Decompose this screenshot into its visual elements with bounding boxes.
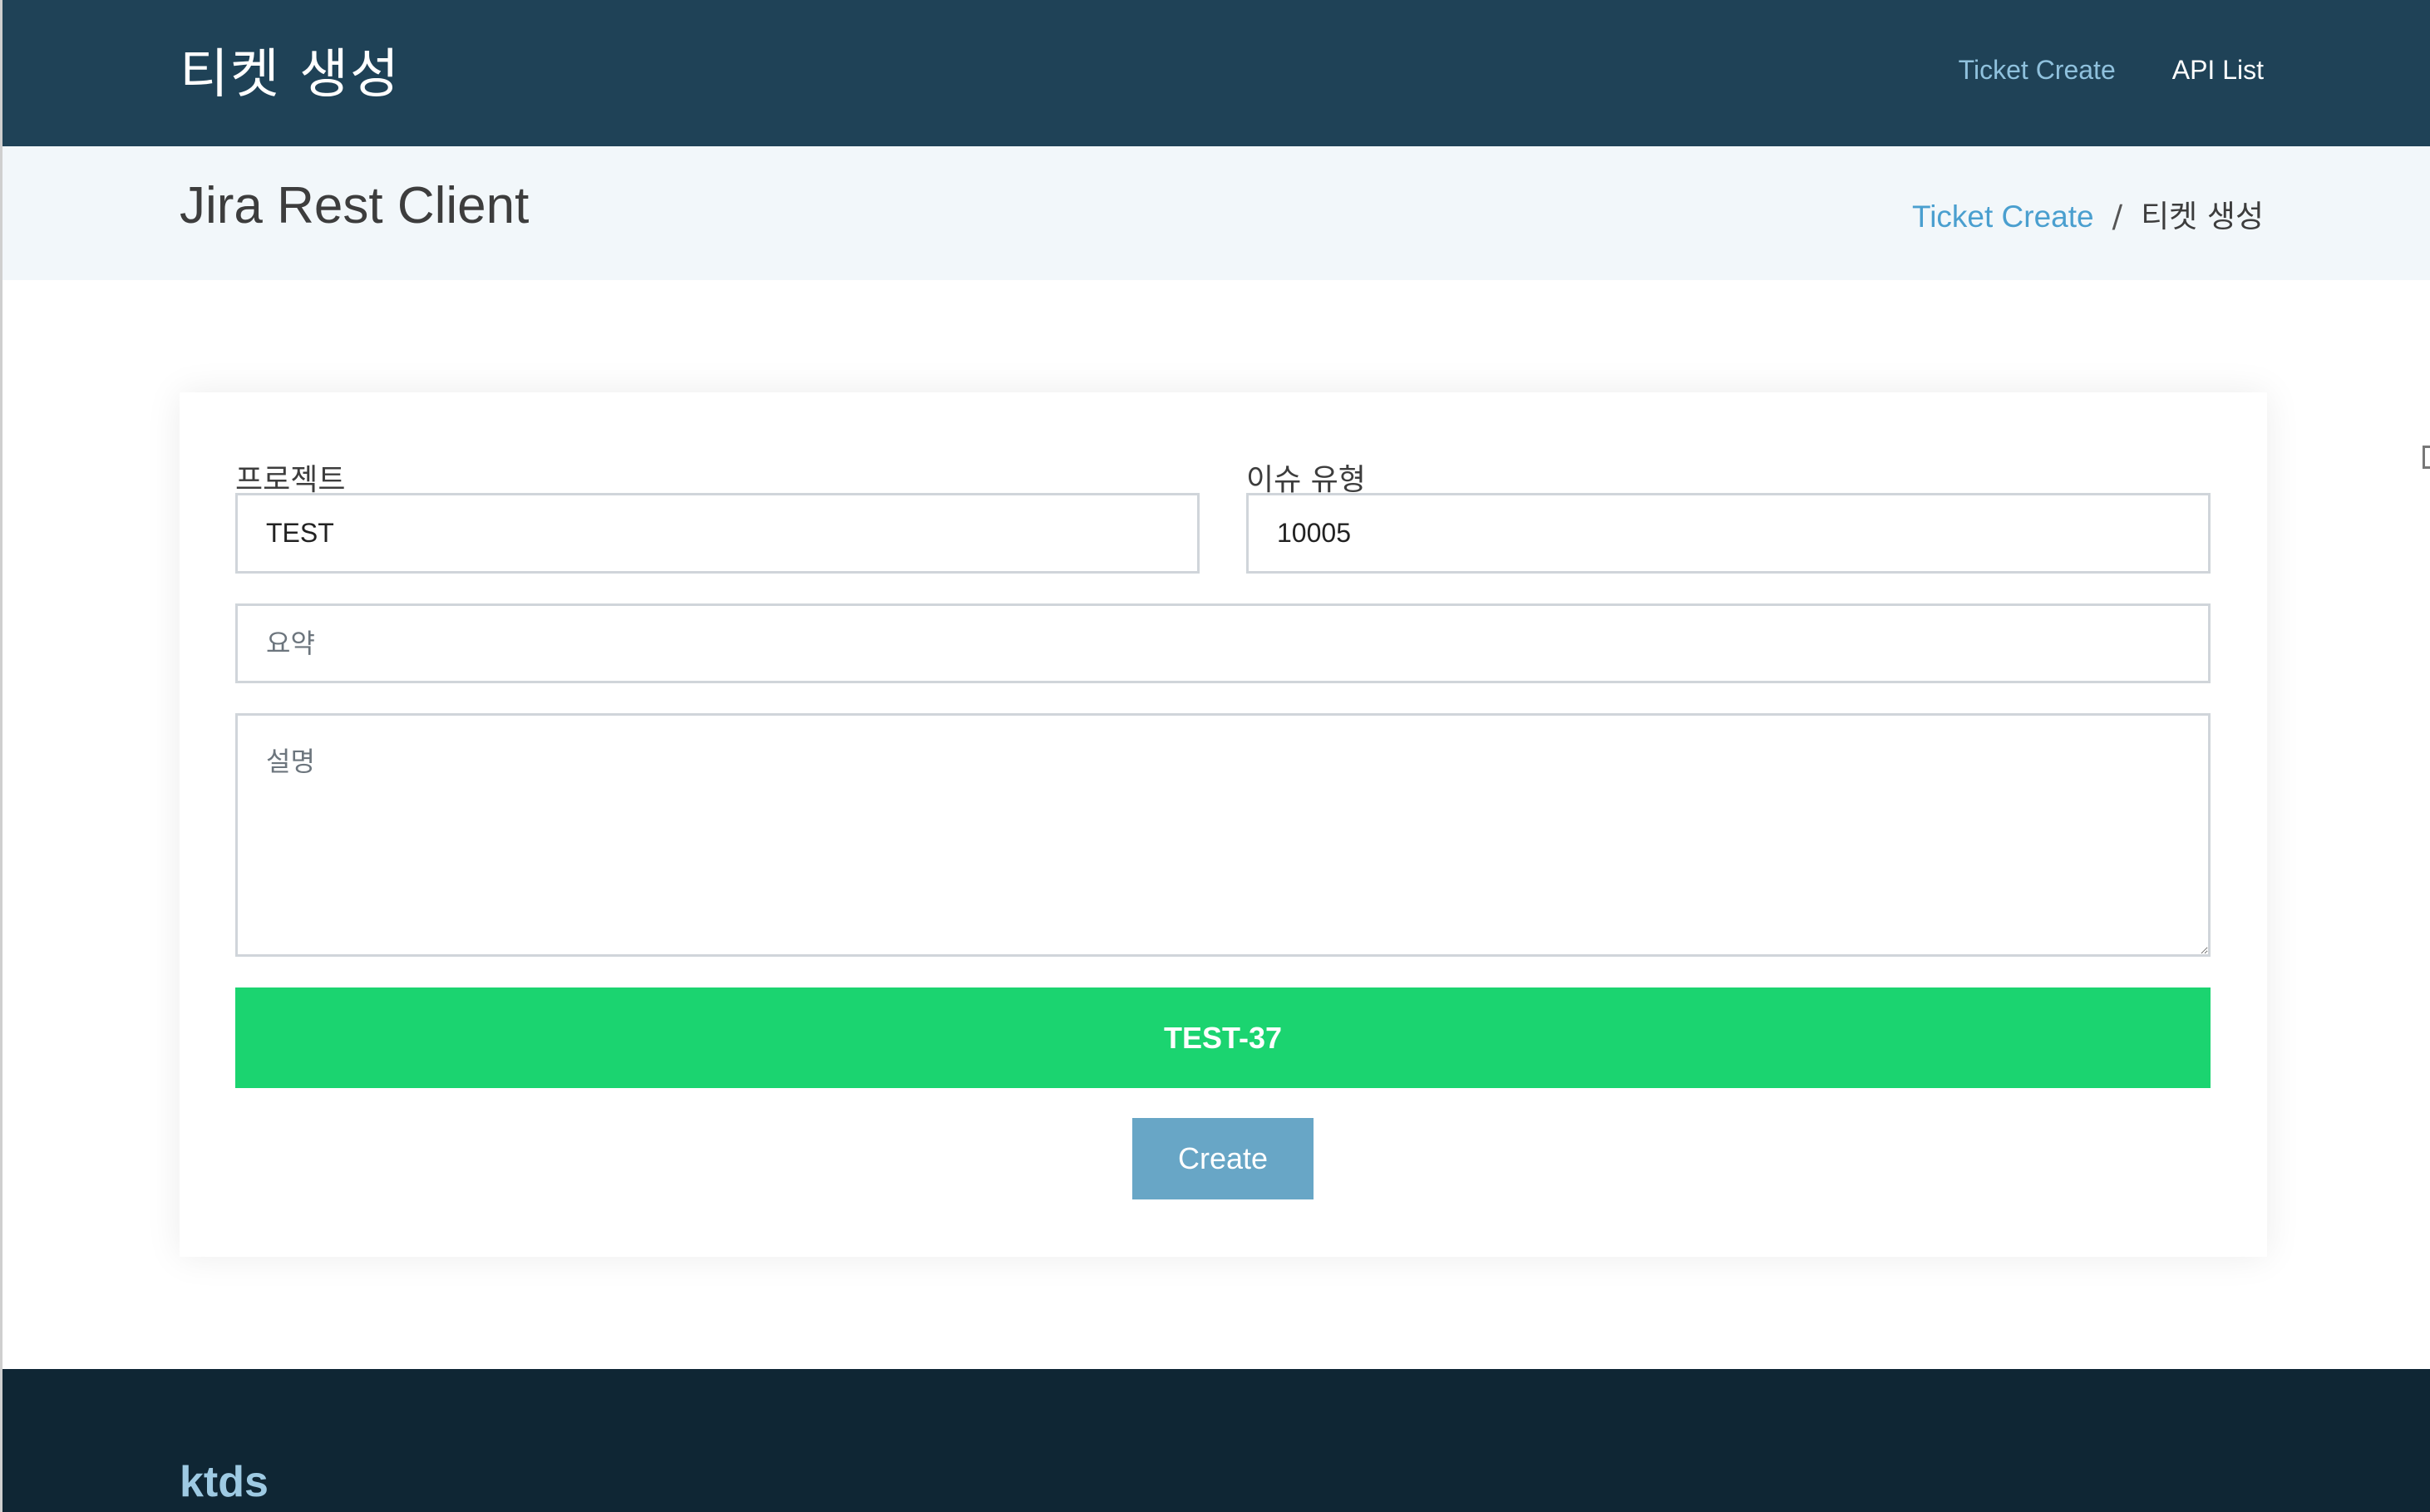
summary-input[interactable] [235,603,2211,683]
breadcrumb: Ticket Create / 티켓 생성 [1912,191,2264,236]
create-button[interactable]: Create [1132,1118,1314,1199]
issue-type-input[interactable] [1246,493,2211,574]
breadcrumb-current: 티켓 생성 [2141,199,2264,234]
breadcrumb-link-ticket-create[interactable]: Ticket Create [1912,199,2094,234]
ticket-form-card: 프로젝트 이슈 유형 TEST-37 Create [180,392,2267,1257]
description-textarea[interactable] [235,713,2211,957]
nav-ticket-create[interactable]: Ticket Create [1959,55,2116,86]
created-ticket-result: TEST-37 [235,987,2211,1088]
brand-title: 티켓 생성 [180,44,401,106]
floating-widget-icon[interactable] [2423,446,2430,469]
footer: ktds [2,1369,2430,1512]
page-title: Jira Rest Client [180,177,530,234]
nav-api-list[interactable]: API List [2172,55,2264,86]
footer-brand: ktds [180,1458,269,1506]
page-header: Jira Rest Client Ticket Create / 티켓 생성 [2,146,2430,280]
breadcrumb-separator: / [2112,199,2123,234]
project-input[interactable] [235,493,1200,574]
main-nav: Ticket Create API List [1959,55,2264,86]
top-navbar: 티켓 생성 Ticket Create API List [2,0,2430,146]
